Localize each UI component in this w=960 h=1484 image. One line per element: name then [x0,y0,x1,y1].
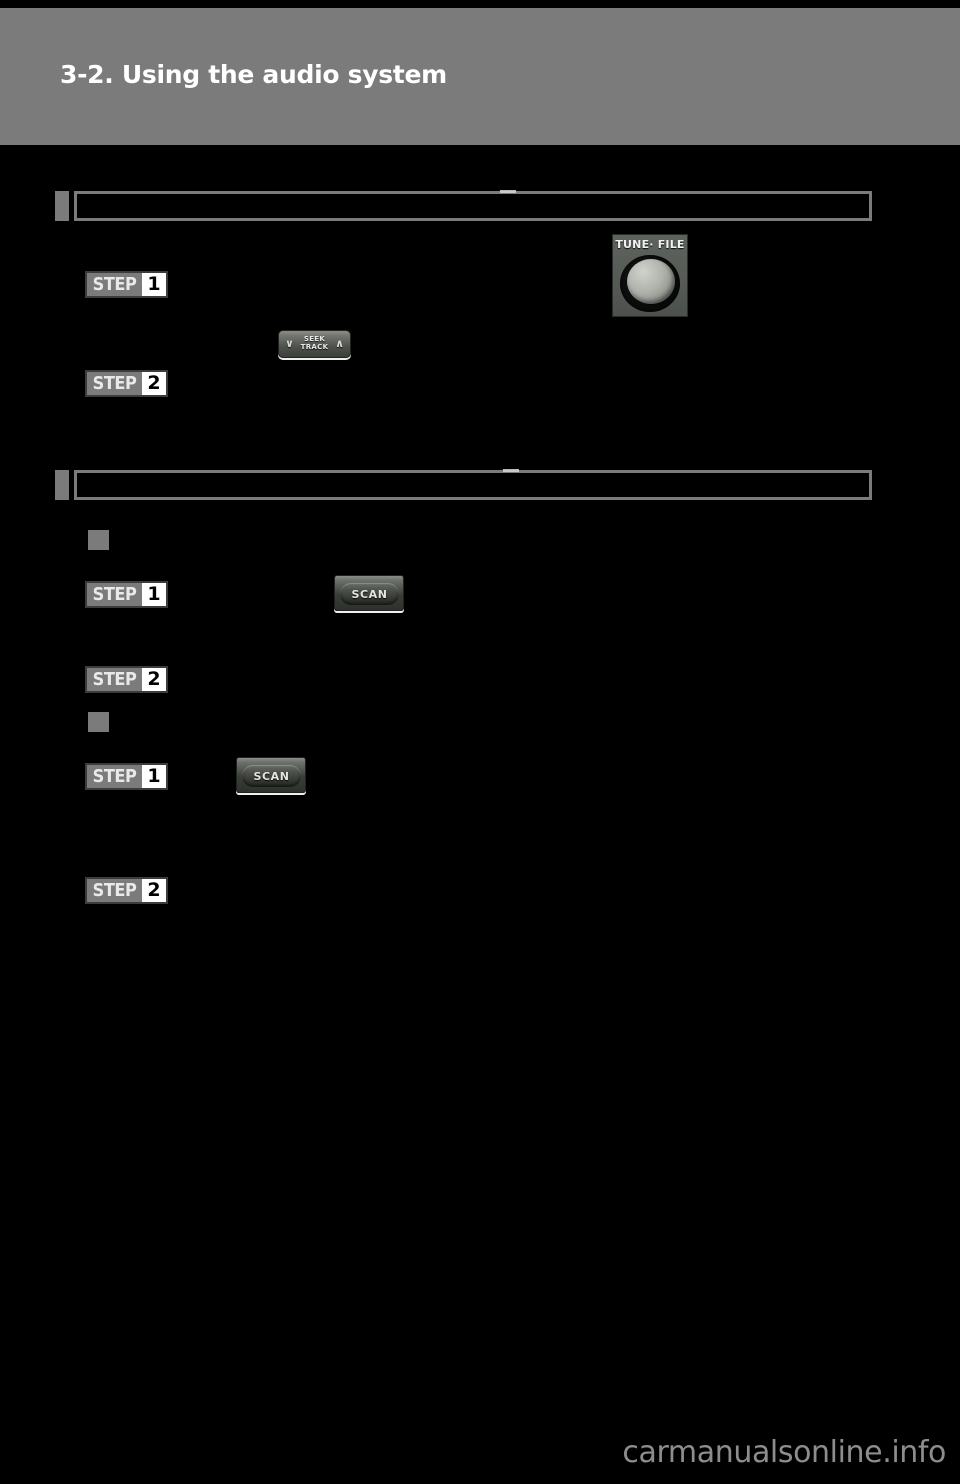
step-number: 1 [142,765,166,788]
section-notch-1 [500,190,516,193]
section-notch-2 [503,469,519,472]
step-number: 2 [142,879,166,902]
section-frame-1 [74,191,872,221]
scan-button-photo-1: SCAN [334,575,404,611]
step-number: 1 [142,273,166,296]
square-bullet-2 [88,712,109,732]
scan-button-cap-2: SCAN [242,765,301,787]
knob-cap [627,259,675,304]
step-word: STEP [87,583,142,606]
manual-page: 3-2. Using the audio system TUNE· FILE S… [0,0,960,1484]
section-header-bar-2 [55,469,872,500]
tune-file-knob-label: TUNE· FILE [615,238,685,251]
scan-button-cap-1: SCAN [340,583,399,605]
step-word: STEP [87,668,142,691]
seek-up-chevron-icon: ∧ [335,337,344,350]
step-badge-s2-3: STEP 1 [85,763,168,790]
step-badge-s2-1: STEP 1 [85,581,168,608]
step-number: 1 [142,583,166,606]
step-word: STEP [87,765,142,788]
step-word: STEP [87,372,142,395]
scan-button-label-2: SCAN [253,769,290,783]
page-header-band: 3-2. Using the audio system [0,8,960,145]
square-bullet-1 [88,530,109,550]
section-tab-1 [55,191,69,221]
step-number: 2 [142,372,166,395]
scan-button-label-1: SCAN [351,587,388,601]
step-badge-s1-2: STEP 2 [85,370,168,397]
step-word: STEP [87,273,142,296]
step-number: 2 [142,668,166,691]
section-header-bar-1 [55,190,872,221]
page-title: 3-2. Using the audio system [60,60,447,89]
step-badge-s2-4: STEP 2 [85,877,168,904]
section-tab-2 [55,470,69,500]
scan-button-photo-2: SCAN [236,757,306,793]
section-frame-2 [74,470,872,500]
step-badge-s1-1: STEP 1 [85,271,168,298]
tune-file-knob-photo: TUNE· FILE [612,234,688,317]
seek-track-rocker-photo: ∨ SEEK TRACK ∧ [278,330,351,358]
step-badge-s2-2: STEP 2 [85,666,168,693]
site-watermark: carmanualsonline.info [622,1435,946,1470]
step-word: STEP [87,879,142,902]
